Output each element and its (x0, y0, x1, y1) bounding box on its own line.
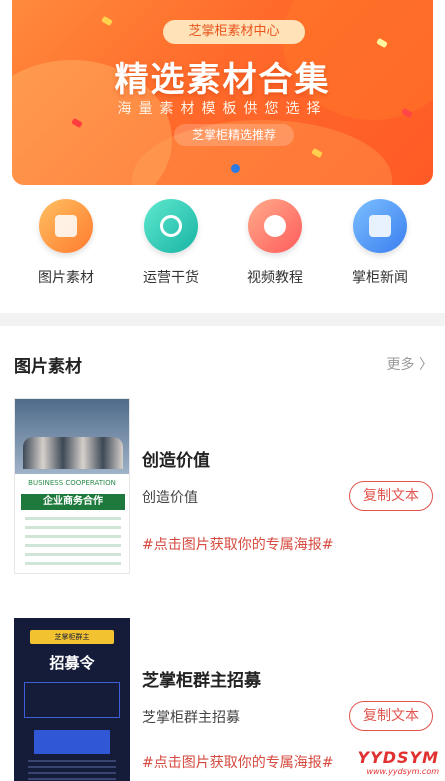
card-title: 创造价值 (142, 451, 210, 471)
watermark: YYDSYM www.yydsym.com (343, 748, 439, 780)
image-icon (39, 199, 93, 253)
category-item-operations[interactable]: 运营干货 (126, 196, 216, 296)
category-item-image[interactable]: 图片素材 (21, 196, 111, 296)
image-materials-section: 图片素材 更多 〉 BUSINESS COOPERATION 企业商务合作 创造… (0, 326, 445, 781)
section-title: 图片素材 (14, 357, 82, 377)
category-label: 运营干货 (143, 270, 199, 286)
poster-image-2[interactable]: 芝掌柜群主 招募令 (14, 618, 130, 781)
category-label: 视频教程 (247, 270, 303, 286)
category-grid: 图片素材 运营干货 视频教程 掌柜新闻 (0, 196, 445, 296)
promo-banner[interactable]: 芝掌柜素材中心 精选素材合集 海量素材模板供您选择 芝掌柜精选推荐 (12, 0, 433, 185)
category-item-news[interactable]: 掌柜新闻 (335, 196, 425, 296)
poster-link[interactable]: #点击图片获取你的专属海报# (142, 534, 333, 554)
watermark-title: YYDSYM (357, 748, 439, 767)
poster-banner: 企业商务合作 (21, 494, 125, 510)
poster-link[interactable]: #点击图片获取你的专属海报# (142, 752, 333, 772)
card-subtitle: 创造价值 (142, 490, 198, 506)
carousel-indicator[interactable] (231, 164, 240, 173)
banner-tag: 芝掌柜素材中心 (163, 20, 305, 44)
banner-subtitle: 海量素材模板供您选择 (117, 101, 328, 117)
category-label: 掌柜新闻 (352, 270, 408, 286)
refresh-icon (144, 199, 198, 253)
poster-image-1[interactable]: BUSINESS COOPERATION 企业商务合作 (14, 398, 130, 574)
card-subtitle: 芝掌柜群主招募 (142, 710, 240, 726)
card-title: 芝掌柜群主招募 (142, 671, 261, 691)
header-area: 芝掌柜素材中心 精选素材合集 海量素材模板供您选择 芝掌柜精选推荐 图片素材 运… (0, 0, 445, 313)
copy-text-button[interactable]: 复制文本 (349, 701, 433, 731)
more-link[interactable]: 更多 〉 (387, 354, 433, 374)
poster-tag: 芝掌柜群主 (30, 630, 114, 644)
category-item-video[interactable]: 视频教程 (230, 196, 320, 296)
category-label: 图片素材 (38, 270, 94, 286)
poster-banner: 招募令 (49, 654, 95, 672)
copy-text-button[interactable]: 复制文本 (349, 481, 433, 511)
page: 芝掌柜素材中心 精选素材合集 海量素材模板供您选择 芝掌柜精选推荐 图片素材 运… (0, 0, 445, 781)
poster-header: BUSINESS COOPERATION (28, 479, 116, 487)
banner-badge: 芝掌柜精选推荐 (174, 124, 294, 146)
film-reel-icon (248, 199, 302, 253)
news-icon (353, 199, 407, 253)
watermark-url: www.yydsym.com (366, 767, 439, 776)
banner-title: 精选素材合集 (114, 60, 331, 100)
